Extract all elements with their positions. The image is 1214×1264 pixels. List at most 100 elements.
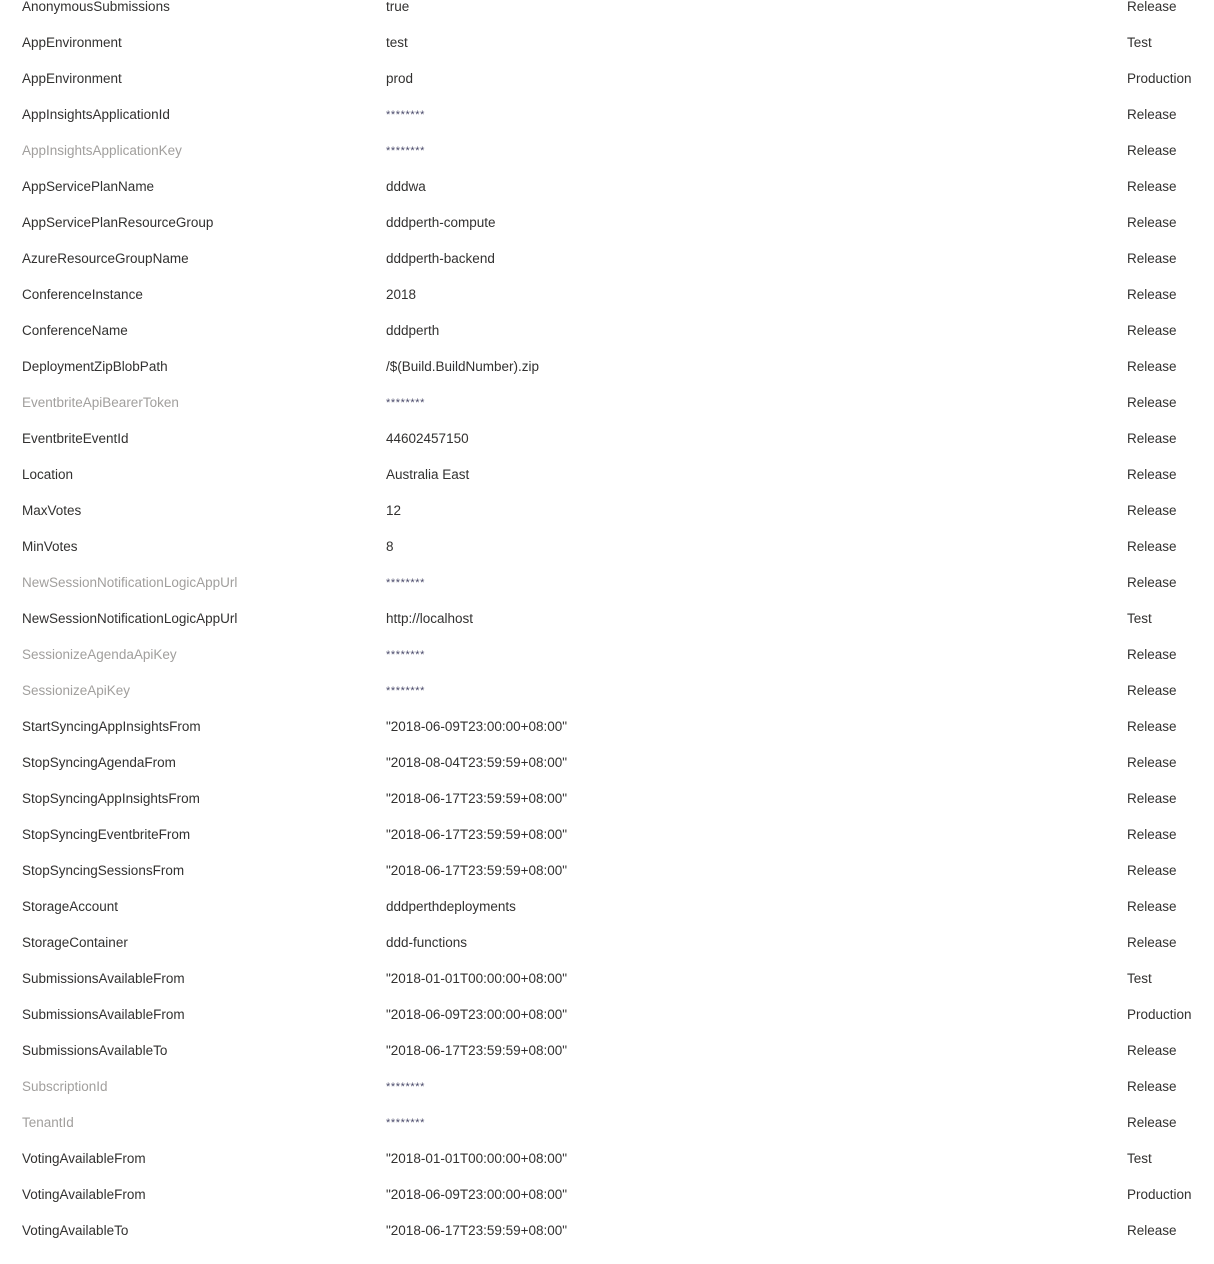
variable-row[interactable]: StopSyncingEventbriteFrom "2018-06-17T23:… [0, 817, 1214, 853]
variable-row[interactable]: EventbriteEventId 44602457150 Release [0, 421, 1214, 457]
variable-value[interactable]: Australia East [386, 457, 1086, 493]
variable-value-masked[interactable]: ******** [386, 637, 1086, 673]
variable-value[interactable]: "2018-06-17T23:59:59+08:00" [386, 853, 1086, 889]
variable-value[interactable]: "2018-06-09T23:00:00+08:00" [386, 709, 1086, 745]
variable-value[interactable]: 8 [386, 529, 1086, 565]
variable-row[interactable]: StorageContainer ddd-functions Release [0, 925, 1214, 961]
variable-name: AppServicePlanResourceGroup [22, 215, 214, 230]
variable-value-masked[interactable]: ******** [386, 1069, 1086, 1105]
variable-row[interactable]: DeploymentZipBlobPath /$(Build.BuildNumbe… [0, 349, 1214, 385]
variable-name: AzureResourceGroupName [22, 251, 189, 266]
variable-value[interactable]: "2018-06-09T23:00:00+08:00" [386, 997, 1086, 1033]
masked-secret-text: ******** [386, 145, 426, 157]
variable-row[interactable]: MinVotes 8 Release [0, 529, 1214, 565]
variable-value[interactable]: 2018 [386, 277, 1086, 313]
variable-row[interactable]: AppEnvironment prod Production [0, 61, 1214, 97]
variable-scope: Release [1127, 215, 1177, 230]
variable-value-masked[interactable]: ******** [386, 1105, 1086, 1141]
variable-row[interactable]: VotingAvailableFrom "2018-06-09T23:00:00+… [0, 1177, 1214, 1213]
variable-row[interactable]: Location Australia East Release [0, 457, 1214, 493]
variable-row[interactable]: TenantId ******** Release [0, 1105, 1214, 1141]
variable-row[interactable]: SubmissionsAvailableFrom "2018-06-09T23:0… [0, 997, 1214, 1033]
variables-list: AnonymousSubmissions true Release AppEnviro… [0, 0, 1214, 1249]
variable-value-masked[interactable]: ******** [386, 133, 1086, 169]
variable-scope: Test [1127, 35, 1152, 50]
variable-scope: Release [1127, 323, 1177, 338]
variable-scope: Release [1127, 827, 1177, 842]
variable-value-masked[interactable]: ******** [386, 385, 1086, 421]
variable-row[interactable]: AnonymousSubmissions true Release [0, 0, 1214, 25]
variable-value[interactable]: "2018-06-17T23:59:59+08:00" [386, 781, 1086, 817]
variable-row[interactable]: EventbriteApiBearerToken ******** Release [0, 385, 1214, 421]
variable-value[interactable]: prod [386, 61, 1086, 97]
variable-value[interactable]: dddwa [386, 169, 1086, 205]
variable-row[interactable]: AppInsightsApplicationKey ******** Release [0, 133, 1214, 169]
variable-value[interactable]: true [386, 0, 1086, 25]
variable-name: AppEnvironment [22, 71, 122, 86]
variable-name: StopSyncingSessionsFrom [22, 863, 185, 878]
variable-name: SessionizeAgendaApiKey [22, 647, 177, 662]
variable-row[interactable]: ConferenceName dddperth Release [0, 313, 1214, 349]
variable-row[interactable]: MaxVotes 12 Release [0, 493, 1214, 529]
variable-value[interactable]: dddperth [386, 313, 1086, 349]
variable-value[interactable]: "2018-01-01T00:00:00+08:00" [386, 961, 1086, 997]
variable-row[interactable]: ConferenceInstance 2018 Release [0, 277, 1214, 313]
variable-value[interactable]: test [386, 25, 1086, 61]
variable-row[interactable]: StartSyncingAppInsightsFrom "2018-06-09T2… [0, 709, 1214, 745]
variable-value[interactable]: /$(Build.BuildNumber).zip [386, 349, 1086, 385]
variable-value[interactable]: ddd-functions [386, 925, 1086, 961]
variable-value[interactable]: "2018-01-01T00:00:00+08:00" [386, 1141, 1086, 1177]
variable-value-masked[interactable]: ******** [386, 673, 1086, 709]
variable-value[interactable]: dddperth-compute [386, 205, 1086, 241]
variable-value[interactable]: dddperthdeployments [386, 889, 1086, 925]
variable-scope: Release [1127, 1079, 1177, 1094]
variable-name: EventbriteEventId [22, 431, 129, 446]
variable-value-masked[interactable]: ******** [386, 565, 1086, 601]
masked-secret-text: ******** [386, 1081, 426, 1093]
variable-name: AppServicePlanName [22, 179, 155, 194]
variable-row[interactable]: SubmissionsAvailableTo "2018-06-17T23:59:… [0, 1033, 1214, 1069]
variable-scope: Release [1127, 107, 1177, 122]
variable-scope: Release [1127, 683, 1177, 698]
variable-scope: Release [1127, 719, 1177, 734]
variable-name: StorageAccount [22, 899, 119, 914]
variable-row[interactable]: AppServicePlanResourceGroup dddperth-comp… [0, 205, 1214, 241]
masked-secret-text: ******** [386, 109, 426, 121]
variable-name: StopSyncingEventbriteFrom [22, 827, 191, 842]
variable-name: Location [22, 467, 74, 482]
variable-row[interactable]: SessionizeApiKey ******** Release [0, 673, 1214, 709]
variable-value[interactable]: 12 [386, 493, 1086, 529]
variable-name: ConferenceInstance [22, 287, 143, 302]
variable-scope: Release [1127, 935, 1177, 950]
variable-row[interactable]: AppServicePlanName dddwa Release [0, 169, 1214, 205]
variable-value[interactable]: 44602457150 [386, 421, 1086, 457]
variable-value-masked[interactable]: ******** [386, 97, 1086, 133]
variable-name: MaxVotes [22, 503, 82, 518]
variable-row[interactable]: SessionizeAgendaApiKey ******** Release [0, 637, 1214, 673]
variable-row[interactable]: NewSessionNotificationLogicAppUrl http://… [0, 601, 1214, 637]
variable-name: VotingAvailableFrom [22, 1151, 146, 1166]
variable-row[interactable]: NewSessionNotificationLogicAppUrl *******… [0, 565, 1214, 601]
variable-value[interactable]: "2018-06-17T23:59:59+08:00" [386, 1033, 1086, 1069]
variable-row[interactable]: AzureResourceGroupName dddperth-backend Re… [0, 241, 1214, 277]
variable-row[interactable]: VotingAvailableFrom "2018-01-01T00:00:00+… [0, 1141, 1214, 1177]
variable-row[interactable]: StopSyncingSessionsFrom "2018-06-17T23:59… [0, 853, 1214, 889]
variable-scope: Release [1127, 179, 1177, 194]
variable-row[interactable]: AppEnvironment test Test [0, 25, 1214, 61]
variable-row[interactable]: AppInsightsApplicationId ******** Release [0, 97, 1214, 133]
variable-value[interactable]: "2018-08-04T23:59:59+08:00" [386, 745, 1086, 781]
variable-row[interactable]: StorageAccount dddperthdeployments Release [0, 889, 1214, 925]
variable-name: ConferenceName [22, 323, 128, 338]
variable-scope: Release [1127, 1115, 1177, 1130]
variable-row[interactable]: SubmissionsAvailableFrom "2018-01-01T00:0… [0, 961, 1214, 997]
variable-row[interactable]: SubscriptionId ******** Release [0, 1069, 1214, 1105]
variable-row[interactable]: StopSyncingAgendaFrom "2018-08-04T23:59:5… [0, 745, 1214, 781]
variable-name: NewSessionNotificationLogicAppUrl [22, 575, 238, 590]
variable-value[interactable]: http://localhost [386, 601, 1086, 637]
variable-value[interactable]: "2018-06-17T23:59:59+08:00" [386, 817, 1086, 853]
variable-row[interactable]: StopSyncingAppInsightsFrom "2018-06-17T23… [0, 781, 1214, 817]
variable-row[interactable]: VotingAvailableTo "2018-06-17T23:59:59+08… [0, 1213, 1214, 1249]
variable-value[interactable]: dddperth-backend [386, 241, 1086, 277]
variable-value[interactable]: "2018-06-17T23:59:59+08:00" [386, 1213, 1086, 1249]
variable-value[interactable]: "2018-06-09T23:00:00+08:00" [386, 1177, 1086, 1213]
